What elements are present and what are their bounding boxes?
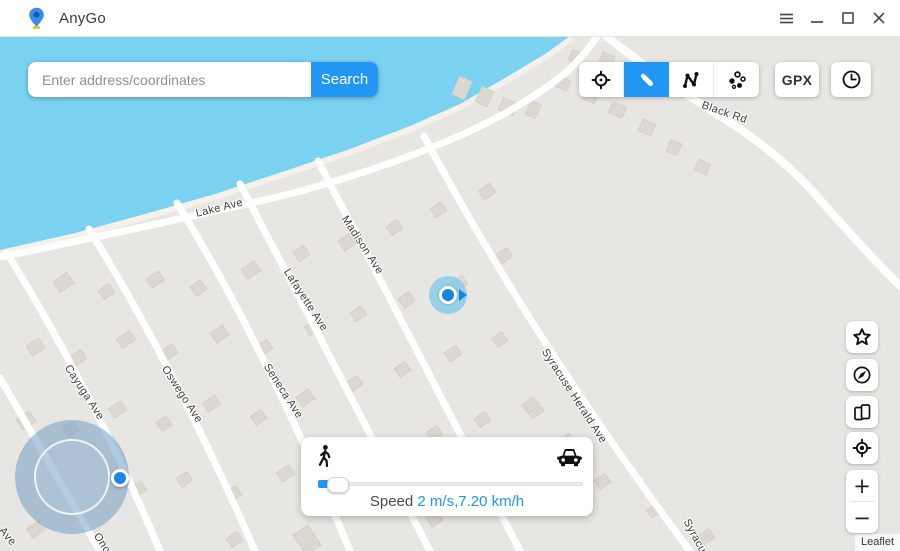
building — [292, 244, 311, 263]
devices-button[interactable] — [846, 396, 878, 428]
locate-icon — [852, 438, 872, 458]
building — [155, 415, 173, 432]
walk-icon — [313, 444, 336, 476]
clock-icon — [842, 70, 860, 89]
jump-dots-icon — [728, 70, 746, 89]
building — [201, 394, 222, 413]
compass-icon — [853, 366, 871, 384]
building — [593, 472, 612, 491]
compass-button[interactable] — [846, 359, 878, 391]
building — [249, 408, 268, 427]
multi-route-icon — [683, 71, 699, 88]
jump-teleport-mode-button[interactable] — [714, 62, 759, 97]
current-location-marker[interactable] — [429, 276, 467, 314]
gpx-button[interactable]: GPX — [775, 62, 819, 97]
building — [637, 118, 657, 137]
speed-label: Speed — [369, 493, 414, 510]
building — [175, 470, 194, 489]
heading-arrow-icon — [459, 289, 467, 301]
zoom-out-button[interactable]: − — [846, 502, 878, 533]
direction-joystick[interactable] — [15, 420, 129, 534]
favorites-button[interactable] — [846, 321, 878, 353]
anygo-window: AnyGo Lake Ave Madison Ave Lafayette Ave… — [0, 0, 900, 551]
building — [443, 344, 463, 363]
building — [25, 337, 46, 357]
menu-icon[interactable] — [775, 7, 797, 29]
building — [189, 278, 208, 298]
maximize-icon[interactable] — [837, 7, 859, 29]
route-icon — [640, 73, 653, 86]
slider-track — [318, 482, 583, 486]
history-button[interactable] — [831, 62, 871, 97]
building — [97, 282, 116, 301]
leaflet-attribution[interactable]: Leaflet — [854, 534, 900, 551]
building — [275, 464, 296, 483]
close-icon[interactable] — [868, 7, 890, 29]
building — [693, 158, 712, 176]
building — [349, 304, 368, 323]
multi-spot-route-button[interactable] — [669, 62, 714, 97]
devices-icon — [854, 404, 871, 421]
building — [52, 271, 75, 294]
search-input[interactable] — [28, 62, 311, 97]
building — [665, 138, 683, 157]
building — [225, 530, 244, 549]
anygo-logo-icon — [28, 7, 45, 30]
car-icon — [556, 445, 583, 475]
search-bar: Search — [28, 62, 378, 97]
movement-mode-group — [579, 62, 759, 97]
app-title: AnyGo — [59, 9, 106, 27]
title-bar: AnyGo — [0, 0, 900, 37]
building — [107, 400, 128, 419]
minimize-icon[interactable] — [806, 7, 828, 29]
speed-panel: Speed 2 m/s,7.20 km/h — [301, 437, 593, 516]
search-button[interactable]: Search — [311, 62, 378, 97]
building — [292, 524, 322, 551]
building — [491, 331, 509, 348]
teleport-mode-button[interactable] — [579, 62, 624, 97]
building — [607, 101, 628, 119]
speed-slider[interactable] — [318, 477, 583, 493]
building — [393, 360, 412, 379]
zoom-in-button[interactable]: + — [846, 470, 878, 501]
slider-thumb[interactable] — [327, 477, 349, 493]
locate-button[interactable] — [846, 432, 878, 464]
joystick-knob[interactable] — [111, 469, 129, 487]
building — [473, 410, 492, 429]
zoom-controls: + − — [846, 470, 878, 533]
building — [397, 290, 416, 310]
building — [115, 330, 137, 349]
building — [429, 200, 448, 219]
building — [477, 182, 497, 201]
joystick-ring — [34, 439, 110, 515]
building — [240, 260, 262, 280]
two-spot-route-button[interactable] — [624, 62, 669, 97]
speed-readout: Speed 2 m/s,7.20 km/h — [301, 493, 593, 510]
crosshair-icon — [591, 70, 611, 89]
building — [385, 218, 404, 237]
building — [145, 270, 166, 289]
window-controls — [775, 0, 890, 36]
location-dot-icon — [439, 286, 457, 304]
map-canvas[interactable]: Lake Ave Madison Ave Lafayette Ave Seneca A… — [0, 36, 900, 551]
building — [209, 324, 230, 344]
speed-value: 2 m/s,7.20 km/h — [417, 493, 525, 510]
star-icon — [853, 328, 871, 346]
